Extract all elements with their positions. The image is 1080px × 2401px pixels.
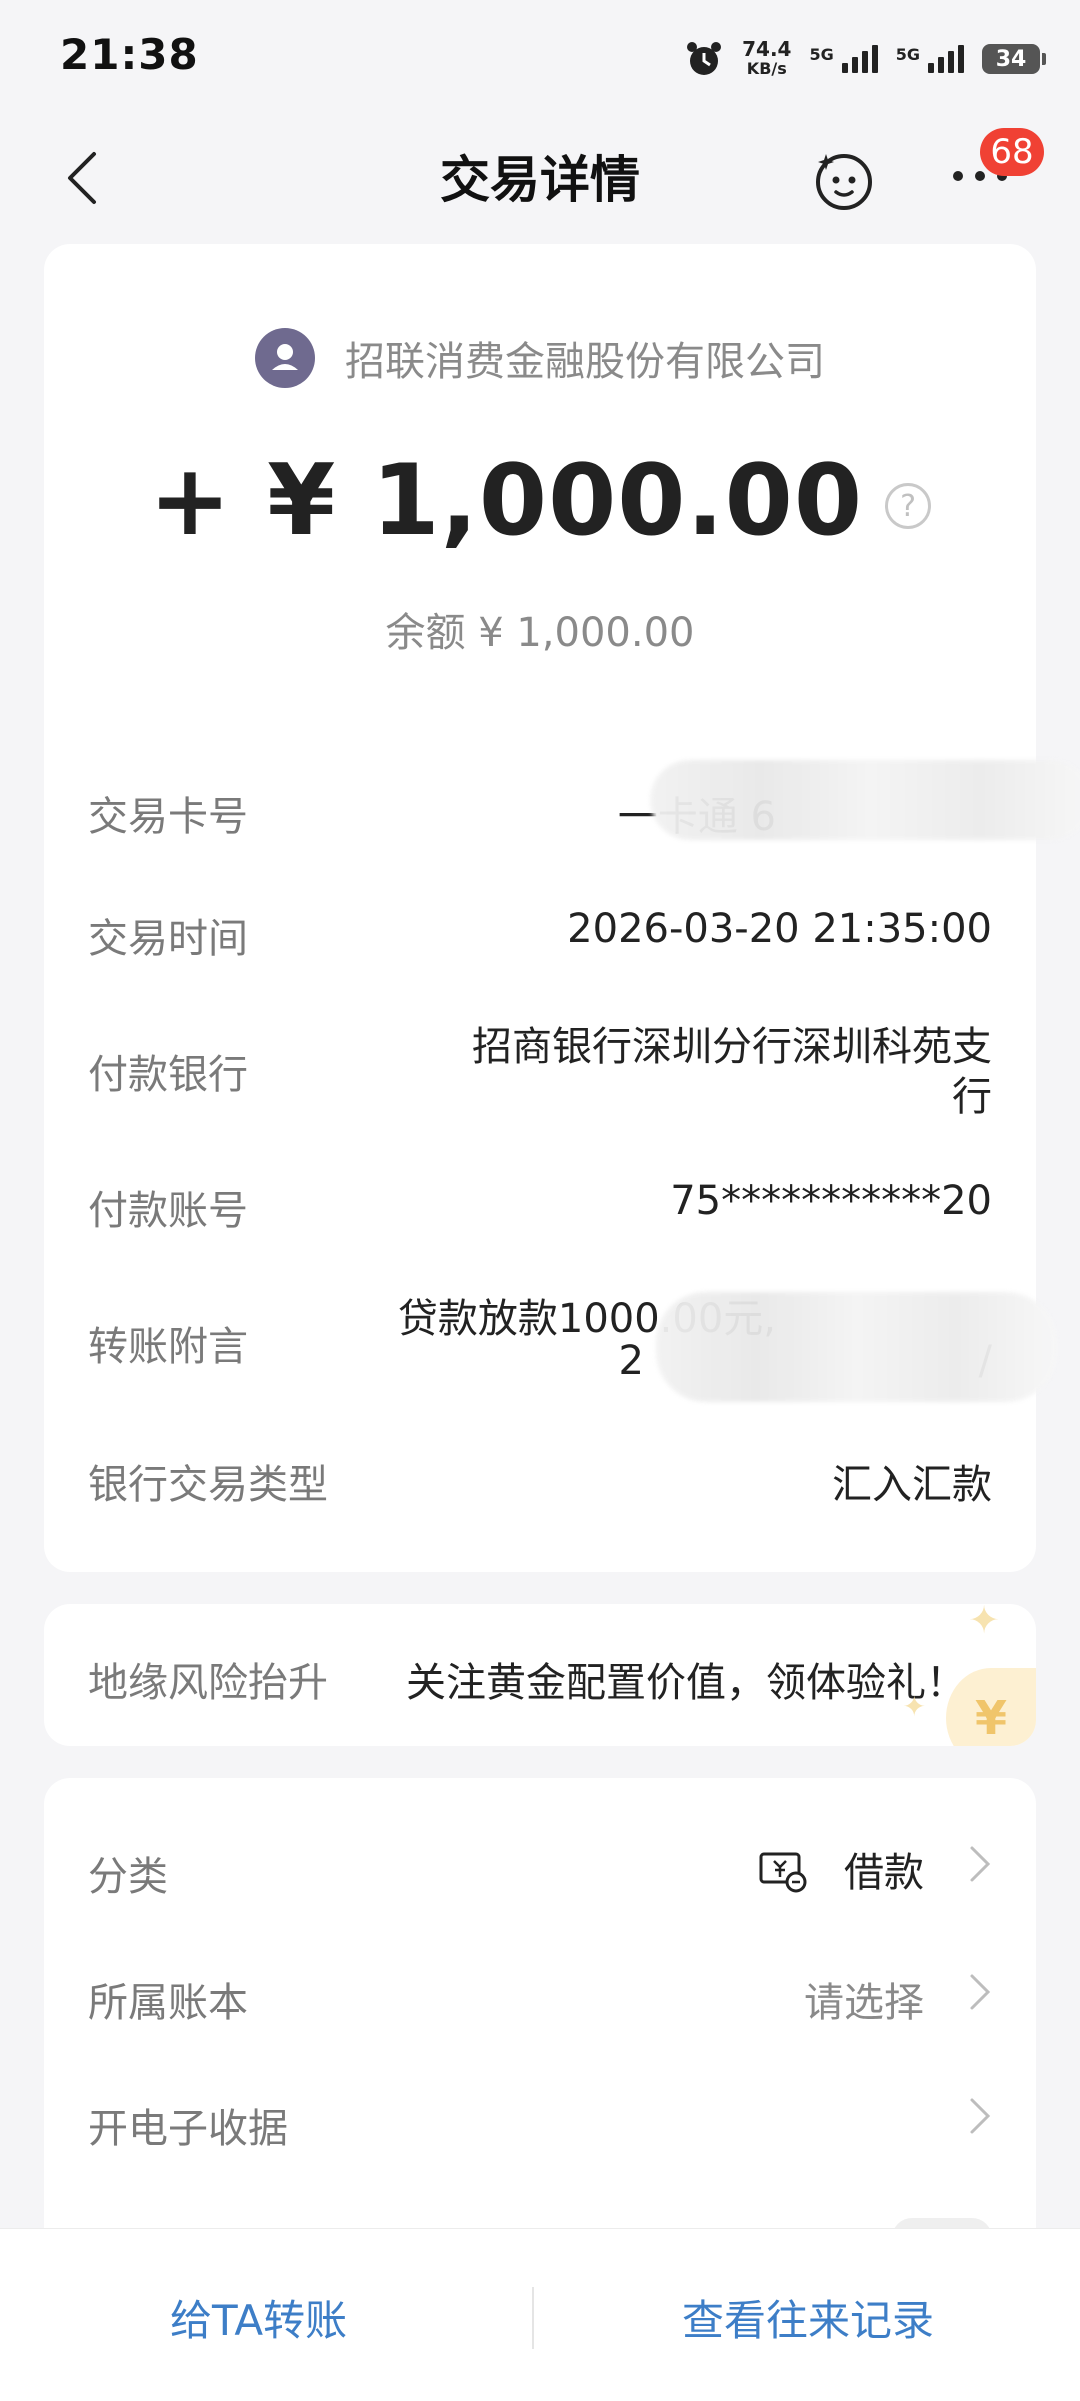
net-speed-unit: KB/s	[746, 59, 787, 78]
alarm-icon	[687, 42, 722, 75]
payer-account-label: 付款账号	[88, 1188, 248, 1234]
receipt-label: 开电子收据	[88, 2106, 288, 2152]
redaction-blur	[656, 1292, 1056, 1402]
status-time: 21:38	[60, 30, 199, 79]
card-number-label: 交易卡号	[88, 794, 248, 840]
loan-category-icon	[759, 1852, 807, 1893]
transaction-amount: + ¥ 1,000.00	[148, 444, 864, 558]
net-speed: 74.4 KB/s	[742, 39, 791, 79]
sparkle-icon: ✦	[968, 1604, 1000, 1642]
chevron-right-icon[interactable]	[968, 1844, 992, 1884]
divider	[532, 2287, 534, 2349]
ledger-label: 所属账本	[88, 1980, 248, 2026]
transaction-card: 招联消费金融股份有限公司 + ¥ 1,000.00 ? 余额 ¥ 1,000.0…	[44, 244, 1080, 1572]
notification-badge: 68	[980, 128, 1044, 176]
payer-bank-value-line2: 行	[952, 1074, 992, 1120]
settings-card: 分类 借款 所属账本 请选择 开电子收据	[44, 1778, 1036, 2258]
signal-icon-sim2: 5G	[896, 45, 964, 73]
avatar	[255, 328, 315, 388]
sim2-label: 5G	[895, 45, 920, 64]
counterparty: 招联消费金融股份有限公司	[44, 328, 1036, 388]
battery-icon: 34	[982, 44, 1046, 74]
assistant-robot-icon[interactable]	[812, 148, 876, 212]
category-label: 分类	[88, 1854, 168, 1900]
remark-value-line2: 2	[618, 1338, 644, 1384]
history-button[interactable]: 查看往来记录	[682, 2287, 934, 2348]
payer-bank-label: 付款银行	[88, 1052, 248, 1098]
remark-label: 转账附言	[88, 1324, 248, 1370]
sparkle-icon: ✦	[902, 1690, 926, 1723]
signal-icon-sim1: 5G	[809, 45, 878, 73]
redaction-blur	[650, 760, 1080, 840]
company-name: 招联消费金融股份有限公司	[345, 339, 825, 385]
bank-type-label: 银行交易类型	[88, 1462, 328, 1508]
balance: 余额 ¥ 1,000.00	[385, 610, 695, 656]
chevron-right-icon[interactable]	[968, 2096, 992, 2136]
bottom-action-bar: 给TA转账 查看往来记录	[0, 2228, 1080, 2401]
payer-account-value: 75***********20	[670, 1178, 992, 1224]
time-label: 交易时间	[88, 916, 248, 962]
help-icon[interactable]: ?	[885, 483, 932, 529]
ledger-value[interactable]: 请选择	[804, 1970, 924, 2028]
bank-type-value: 汇入汇款	[832, 1462, 992, 1508]
chevron-right-icon[interactable]	[968, 1972, 992, 2012]
sim1-label: 5G	[809, 45, 834, 64]
net-speed-value: 74.4	[742, 37, 792, 61]
transfer-button[interactable]: 给TA转账	[170, 2287, 347, 2348]
promo-text: 关注黄金配置价值，领体验礼！	[406, 1660, 966, 1706]
time-value: 2026-03-20 21:35:00	[567, 906, 992, 952]
promo-tag: 地缘风险抬升	[88, 1660, 328, 1706]
status-icons: 74.4 KB/s 5G 5G 34	[684, 34, 1046, 84]
amount-row: + ¥ 1,000.00 ?	[44, 444, 1036, 558]
page-title: 交易详情	[440, 151, 640, 209]
category-value[interactable]: 借款	[844, 1840, 924, 1898]
payer-bank-value-line1: 招商银行深圳分行深圳科苑支	[472, 1024, 992, 1070]
promo-banner[interactable]: 地缘风险抬升 关注黄金配置价值，领体验礼！ ✦ ✦ ¥	[44, 1604, 1036, 1746]
person-icon	[272, 344, 298, 370]
